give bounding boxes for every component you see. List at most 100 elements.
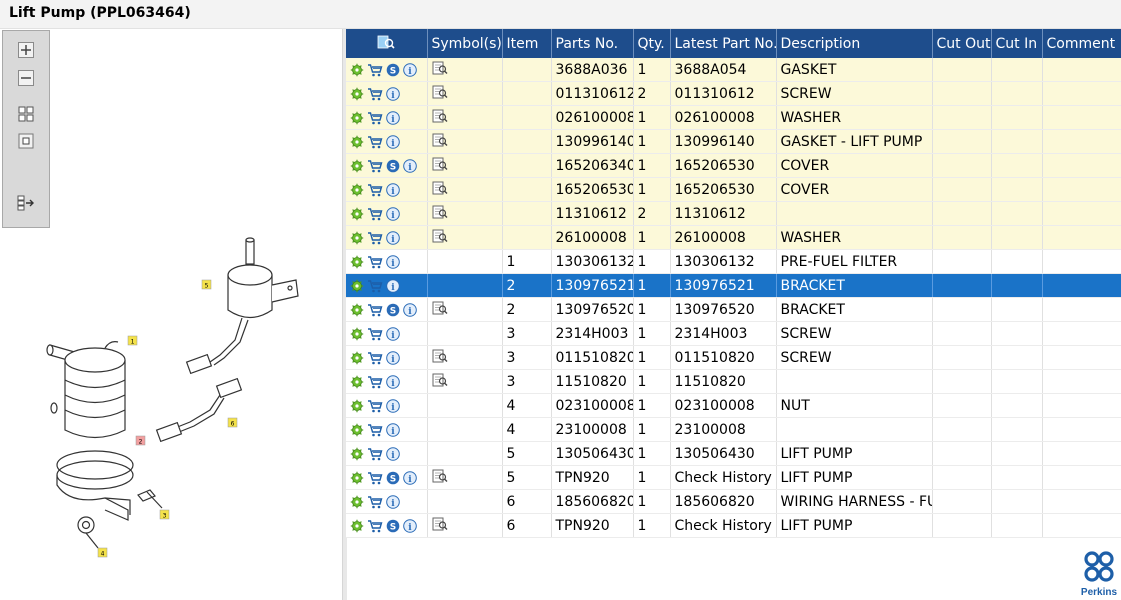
search-icon[interactable] <box>377 34 395 50</box>
shopping-cart-icon[interactable] <box>367 183 383 197</box>
info-icon[interactable]: i <box>386 398 400 413</box>
shopping-cart-icon[interactable] <box>367 63 383 77</box>
info-icon[interactable]: i <box>386 134 400 149</box>
shopping-cart-icon[interactable] <box>367 111 383 125</box>
table-row[interactable]: Si 2 130976520 1 130976520 BRACKET <box>346 297 1121 322</box>
shopping-cart-icon[interactable] <box>367 279 383 293</box>
column-header-symbols[interactable]: Symbol(s) <box>427 29 503 58</box>
column-header-qty[interactable]: Qty. <box>633 29 671 58</box>
shopping-cart-icon[interactable] <box>367 495 383 509</box>
shopping-cart-icon[interactable] <box>367 135 383 149</box>
shopping-cart-icon[interactable] <box>367 399 383 413</box>
gear-icon[interactable] <box>350 399 364 413</box>
gear-icon[interactable] <box>350 471 364 485</box>
gear-icon[interactable] <box>350 423 364 437</box>
gear-icon[interactable] <box>350 351 364 365</box>
table-row[interactable]: i 130996140 1 130996140 GASKET - LIFT PUMP <box>346 129 1121 154</box>
table-row[interactable]: Si 6 TPN920 1 Check History LIFT PUMP <box>346 513 1121 538</box>
gear-icon[interactable] <box>350 519 364 533</box>
info-icon[interactable]: i <box>386 86 400 101</box>
table-row[interactable]: i 1 130306132 1 130306132 PRE-FUEL FILTER <box>346 249 1121 274</box>
gear-icon[interactable] <box>350 111 364 125</box>
view-illustration-icon[interactable] <box>432 517 448 531</box>
info-icon[interactable]: i <box>386 110 400 125</box>
column-header-cut-in[interactable]: Cut In <box>991 29 1043 58</box>
shopping-cart-icon[interactable] <box>367 351 383 365</box>
view-illustration-icon[interactable] <box>432 61 448 75</box>
table-row[interactable]: i 26100008 1 26100008 WASHER <box>346 225 1121 250</box>
shopping-cart-icon[interactable] <box>367 87 383 101</box>
fit-view-button[interactable] <box>17 105 35 123</box>
info-icon[interactable]: i <box>403 62 417 77</box>
table-row[interactable]: i 3 2314H003 1 2314H003 SCREW <box>346 321 1121 346</box>
table-row[interactable]: i 5 130506430 1 130506430 LIFT PUMP <box>346 441 1121 466</box>
gear-icon[interactable] <box>350 87 364 101</box>
table-row[interactable]: i 4 023100008 1 023100008 NUT <box>346 393 1121 418</box>
supersession-icon[interactable]: S <box>386 471 400 485</box>
shopping-cart-icon[interactable] <box>367 231 383 245</box>
export-button[interactable] <box>17 194 35 212</box>
gear-icon[interactable] <box>350 207 364 221</box>
view-illustration-icon[interactable] <box>432 469 448 483</box>
table-row[interactable]: i 2 130976521 1 130976521 BRACKET <box>346 273 1121 298</box>
view-illustration-icon[interactable] <box>432 301 448 315</box>
shopping-cart-icon[interactable] <box>367 375 383 389</box>
table-row[interactable]: Si 165206340 1 165206530 COVER <box>346 153 1121 178</box>
table-row[interactable]: i 3 011510820 1 011510820 SCREW <box>346 345 1121 370</box>
column-header-description[interactable]: Description <box>776 29 933 58</box>
info-icon[interactable]: i <box>403 302 417 317</box>
supersession-icon[interactable]: S <box>386 159 400 173</box>
gear-icon[interactable] <box>350 495 364 509</box>
info-icon[interactable]: i <box>386 350 400 365</box>
gear-icon[interactable] <box>350 327 364 341</box>
shopping-cart-icon[interactable] <box>367 303 383 317</box>
supersession-icon[interactable]: S <box>386 63 400 77</box>
info-icon[interactable]: i <box>386 254 400 269</box>
shopping-cart-icon[interactable] <box>367 207 383 221</box>
shopping-cart-icon[interactable] <box>367 159 383 173</box>
gear-icon[interactable] <box>350 135 364 149</box>
table-row[interactable]: i 3 11510820 1 11510820 <box>346 369 1121 394</box>
table-row[interactable]: i 6 185606820 1 185606820 WIRING HARNESS - FU <box>346 489 1121 514</box>
table-row[interactable]: i 11310612 2 11310612 <box>346 201 1121 226</box>
gear-icon[interactable] <box>350 375 364 389</box>
zoom-in-button[interactable] <box>17 41 35 59</box>
column-header-parts-no[interactable]: Parts No. <box>551 29 634 58</box>
gear-icon[interactable] <box>350 183 364 197</box>
view-illustration-icon[interactable] <box>432 85 448 99</box>
info-icon[interactable]: i <box>386 278 400 293</box>
shopping-cart-icon[interactable] <box>367 471 383 485</box>
gear-icon[interactable] <box>350 63 364 77</box>
gear-icon[interactable] <box>350 279 364 293</box>
info-icon[interactable]: i <box>386 374 400 389</box>
shopping-cart-icon[interactable] <box>367 327 383 341</box>
table-row[interactable]: i 026100008 1 026100008 WASHER <box>346 105 1121 130</box>
info-icon[interactable]: i <box>403 518 417 533</box>
column-header-actions[interactable] <box>346 29 428 58</box>
info-icon[interactable]: i <box>386 446 400 461</box>
column-header-latest-part-no[interactable]: Latest Part No. <box>670 29 777 58</box>
supersession-icon[interactable]: S <box>386 303 400 317</box>
shopping-cart-icon[interactable] <box>367 423 383 437</box>
table-row[interactable]: i 4 23100008 1 23100008 <box>346 417 1121 442</box>
column-header-item[interactable]: Item <box>502 29 552 58</box>
view-illustration-icon[interactable] <box>432 373 448 387</box>
column-header-cut-out[interactable]: Cut Out <box>932 29 992 58</box>
shopping-cart-icon[interactable] <box>367 519 383 533</box>
info-icon[interactable]: i <box>386 230 400 245</box>
table-row[interactable]: Si 5 TPN920 1 Check History LIFT PUMP <box>346 465 1121 490</box>
info-icon[interactable]: i <box>386 494 400 509</box>
info-icon[interactable]: i <box>403 158 417 173</box>
view-illustration-icon[interactable] <box>432 229 448 243</box>
table-row[interactable]: i 011310612 2 011310612 SCREW <box>346 81 1121 106</box>
actual-size-button[interactable] <box>17 132 35 150</box>
view-illustration-icon[interactable] <box>432 349 448 363</box>
gear-icon[interactable] <box>350 303 364 317</box>
view-illustration-icon[interactable] <box>432 109 448 123</box>
info-icon[interactable]: i <box>403 470 417 485</box>
view-illustration-icon[interactable] <box>432 181 448 195</box>
zoom-out-button[interactable] <box>17 69 35 87</box>
gear-icon[interactable] <box>350 231 364 245</box>
view-illustration-icon[interactable] <box>432 205 448 219</box>
column-header-comment[interactable]: Comment <box>1042 29 1121 58</box>
